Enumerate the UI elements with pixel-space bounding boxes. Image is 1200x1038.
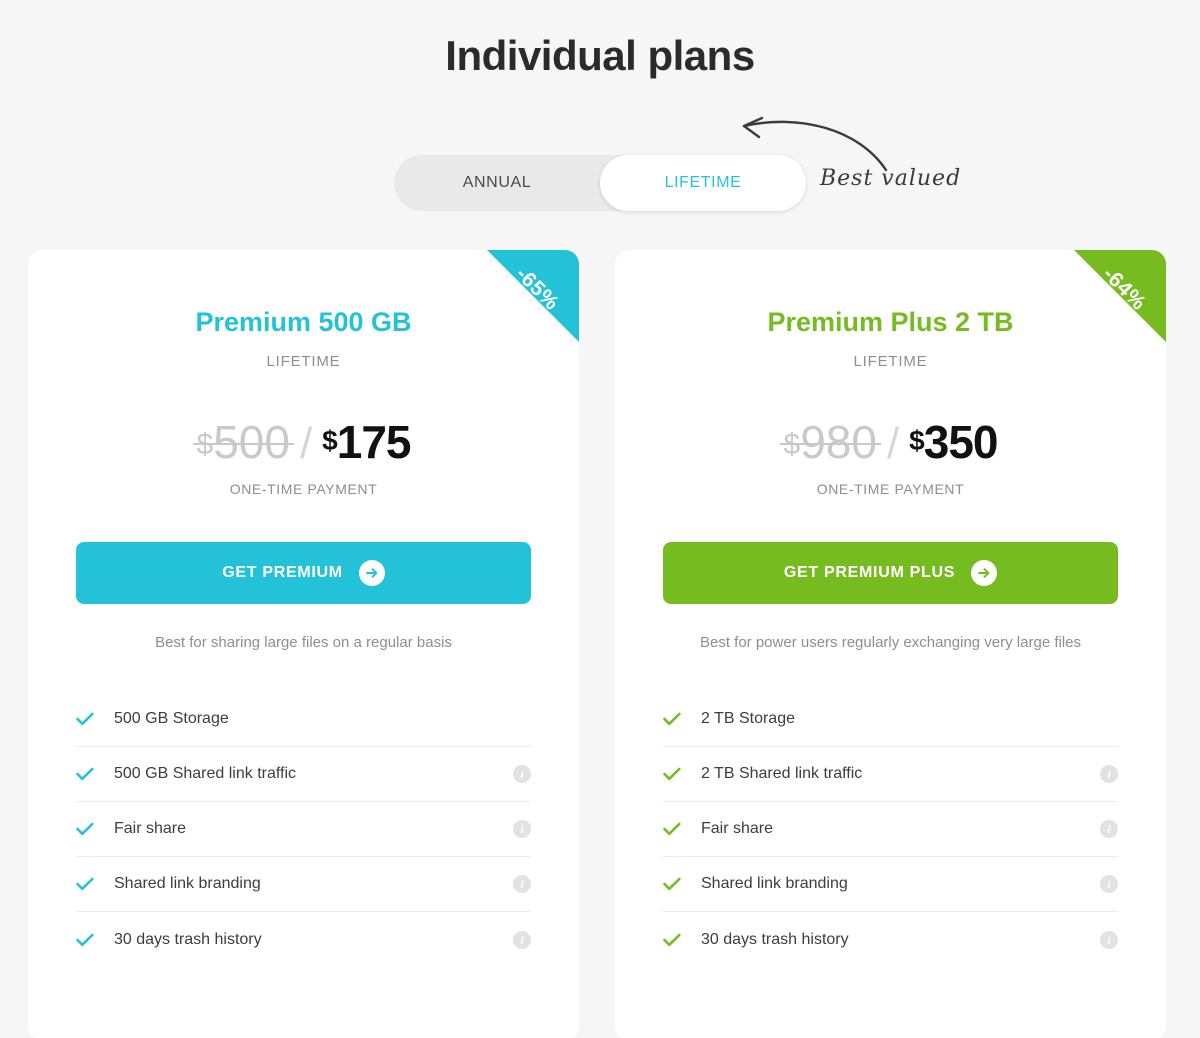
check-icon bbox=[663, 877, 687, 891]
info-icon[interactable]: i bbox=[1100, 820, 1118, 838]
check-icon bbox=[76, 933, 100, 947]
feature-label: 500 GB Shared link traffic bbox=[114, 765, 297, 782]
price-current: $175 bbox=[322, 415, 412, 469]
info-icon[interactable]: i bbox=[1100, 765, 1118, 783]
info-icon[interactable]: i bbox=[513, 930, 531, 949]
check-icon bbox=[76, 877, 100, 891]
arrow-right-circle-icon bbox=[971, 560, 998, 586]
feature-row: Shared link branding i bbox=[663, 857, 1118, 912]
price-row: $980 / $350 bbox=[663, 370, 1118, 469]
check-icon bbox=[76, 822, 100, 836]
discount-ribbon: -65% bbox=[487, 250, 579, 342]
price-separator: / bbox=[299, 419, 313, 468]
feature-label: Fair share bbox=[114, 820, 187, 837]
price-original-value: 980 bbox=[800, 416, 877, 468]
check-icon bbox=[663, 822, 687, 836]
currency-symbol-current: $ bbox=[322, 425, 338, 456]
feature-row: Fair share i bbox=[663, 802, 1118, 857]
price-original: $980 bbox=[779, 415, 882, 469]
price-row: $500 / $175 bbox=[76, 370, 531, 469]
price-original: $500 bbox=[192, 415, 295, 469]
billing-toggle[interactable]: ANNUAL LIFETIME bbox=[394, 155, 806, 211]
feature-row: Shared link branding i bbox=[76, 857, 531, 912]
best-valued-annotation: Best valued bbox=[820, 166, 962, 191]
feature-row: 500 GB Storage i bbox=[76, 692, 531, 747]
feature-label: Shared link branding bbox=[114, 875, 261, 892]
toggle-option-lifetime[interactable]: LIFETIME bbox=[600, 155, 806, 211]
feature-row: 30 days trash history i bbox=[663, 912, 1118, 967]
feature-label: 30 days trash history bbox=[701, 930, 849, 948]
plan-name: Premium 500 GB bbox=[195, 307, 412, 337]
check-icon bbox=[76, 712, 100, 726]
price-note: ONE-TIME PAYMENT bbox=[816, 481, 965, 497]
page-title: Individual plans bbox=[445, 32, 755, 79]
price-current-value: 175 bbox=[336, 416, 412, 468]
discount-ribbon: -64% bbox=[1074, 250, 1166, 342]
feature-row: 2 TB Storage i bbox=[663, 692, 1118, 747]
feature-list: 500 GB Storage i 500 GB Shared link traf… bbox=[76, 654, 531, 967]
price-current-value: 350 bbox=[923, 416, 999, 468]
plan-name: Premium Plus 2 TB bbox=[767, 307, 1014, 337]
price-separator: / bbox=[886, 419, 900, 468]
feature-label: Shared link branding bbox=[701, 875, 848, 892]
toggle-option-annual[interactable]: ANNUAL bbox=[394, 155, 600, 211]
feature-label: Fair share bbox=[701, 820, 774, 837]
feature-list: 2 TB Storage i 2 TB Shared link traffic … bbox=[663, 654, 1118, 967]
feature-row: Fair share i bbox=[76, 802, 531, 857]
check-icon bbox=[663, 933, 687, 947]
cta-label: GET PREMIUM bbox=[222, 564, 343, 581]
info-icon[interactable]: i bbox=[513, 875, 531, 893]
feature-row: 2 TB Shared link traffic i bbox=[663, 747, 1118, 802]
cta-label: GET PREMIUM PLUS bbox=[783, 564, 956, 581]
feature-label: 500 GB Storage bbox=[114, 710, 229, 727]
feature-row: 500 GB Shared link traffic i bbox=[76, 747, 531, 802]
get-premium-plus-button[interactable]: GET PREMIUM PLUS bbox=[663, 542, 1118, 604]
feature-row: 30 days trash history i bbox=[76, 912, 531, 967]
feature-label: 30 days trash history bbox=[114, 930, 262, 948]
currency-symbol-original: $ bbox=[196, 428, 214, 461]
check-icon bbox=[663, 767, 687, 781]
billing-toggle-area: ANNUAL LIFETIME bbox=[0, 155, 1200, 211]
check-icon bbox=[76, 767, 100, 781]
price-original-value: 500 bbox=[213, 416, 290, 468]
plan-term: LIFETIME bbox=[853, 353, 928, 370]
currency-symbol-original: $ bbox=[783, 428, 801, 461]
info-icon[interactable]: i bbox=[513, 765, 531, 783]
plan-term: LIFETIME bbox=[266, 353, 341, 370]
plan-card-premium-plus: -64% Premium Plus 2 TB LIFETIME $980 / $… bbox=[615, 250, 1166, 1038]
info-icon[interactable]: i bbox=[513, 820, 531, 838]
arrow-right-circle-icon bbox=[358, 560, 385, 586]
info-icon[interactable]: i bbox=[1100, 930, 1118, 949]
plan-description: Best for sharing large files on a regula… bbox=[155, 634, 452, 651]
plan-card-premium: -65% Premium 500 GB LIFETIME $500 / $175… bbox=[28, 250, 579, 1038]
currency-symbol-current: $ bbox=[909, 425, 925, 456]
get-premium-button[interactable]: GET PREMIUM bbox=[76, 542, 531, 604]
feature-label: 2 TB Storage bbox=[701, 710, 795, 727]
plan-cards: -65% Premium 500 GB LIFETIME $500 / $175… bbox=[28, 250, 1166, 1038]
pricing-page: Individual plans ANNUAL LIFETIME Best va… bbox=[0, 0, 1200, 1038]
feature-label: 2 TB Shared link traffic bbox=[701, 765, 863, 782]
price-current: $350 bbox=[909, 415, 999, 469]
plan-description: Best for power users regularly exchangin… bbox=[699, 634, 1081, 651]
price-note: ONE-TIME PAYMENT bbox=[229, 481, 378, 497]
check-icon bbox=[663, 712, 687, 726]
info-icon[interactable]: i bbox=[1100, 875, 1118, 893]
